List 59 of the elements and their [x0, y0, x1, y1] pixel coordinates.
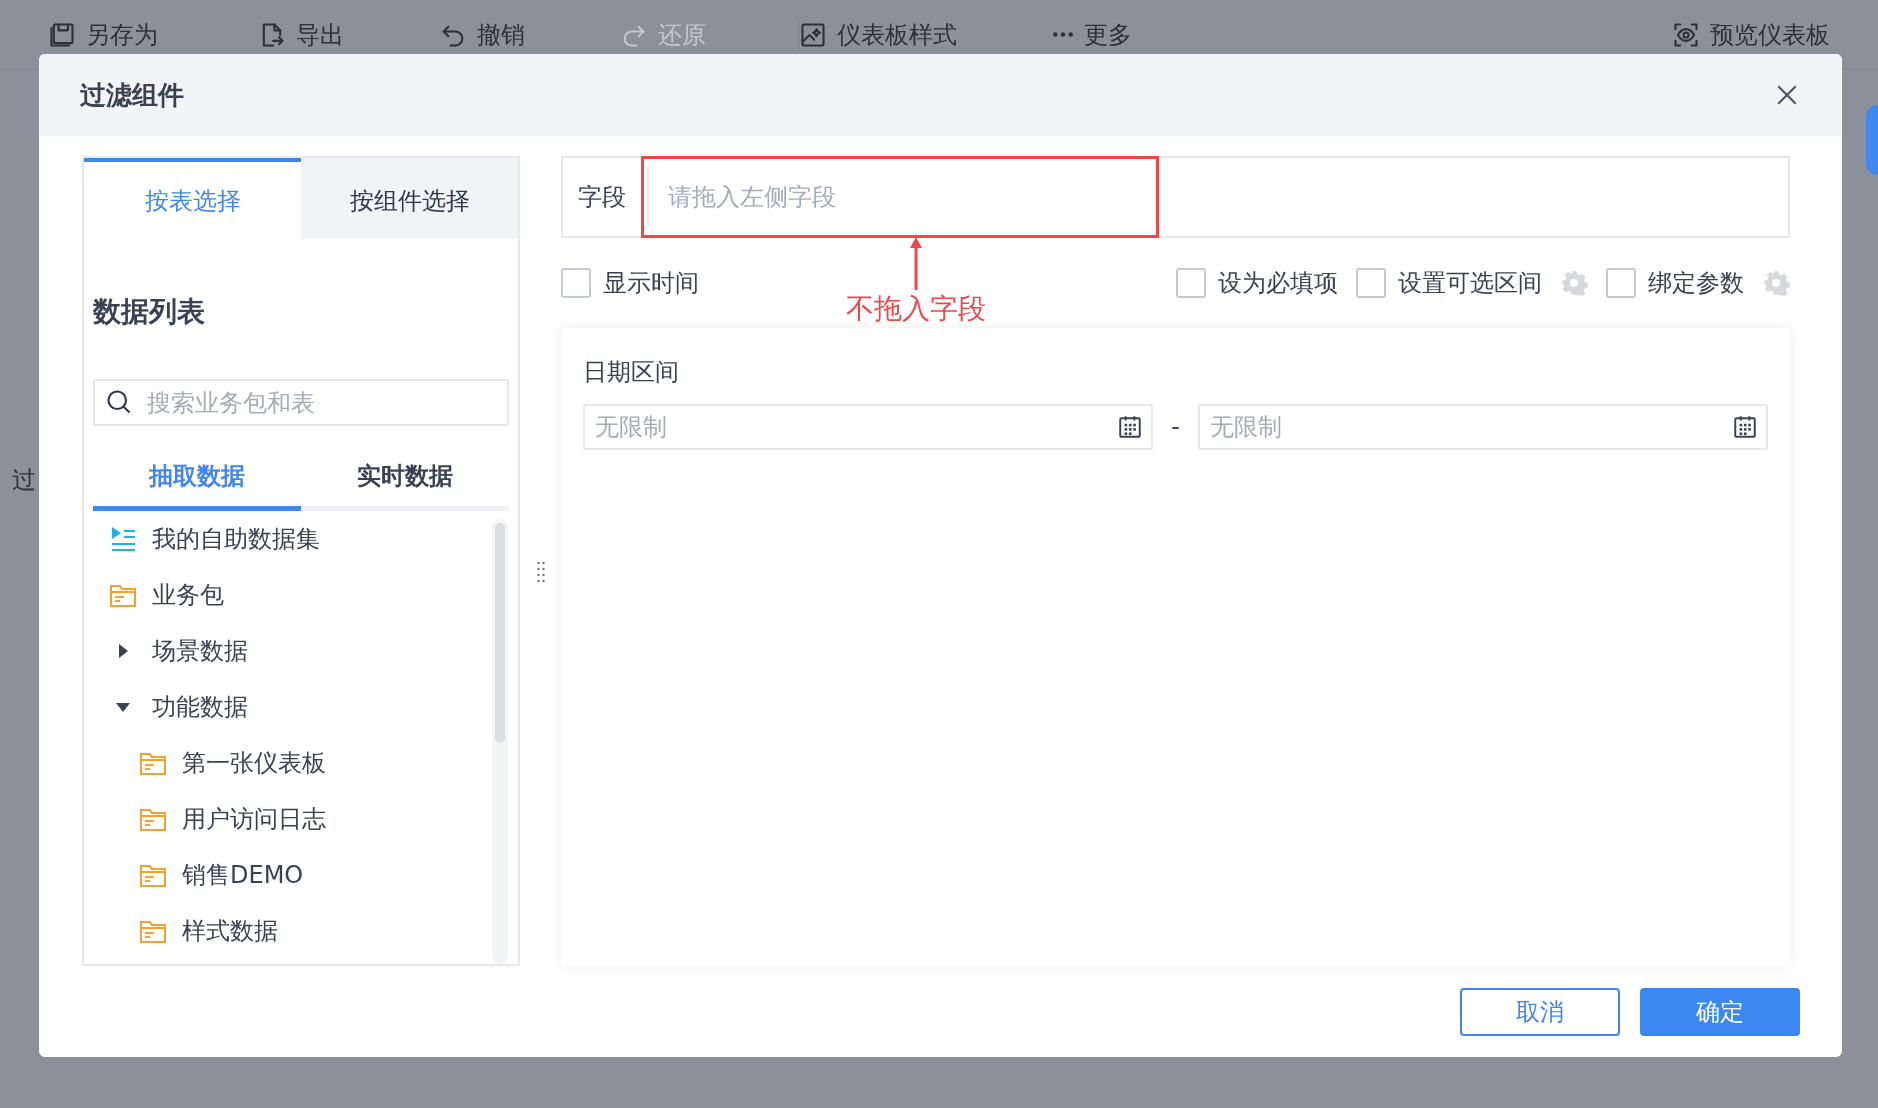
eye-icon: [1672, 20, 1700, 49]
side-handle[interactable]: [1866, 105, 1878, 175]
tab[interactable]: 实时数据: [301, 458, 509, 511]
toolbar-button[interactable]: 仪表板样式: [799, 16, 957, 53]
toolbar-button[interactable]: 预览仪表板: [1672, 16, 1830, 53]
checkbox[interactable]: [1356, 268, 1386, 298]
tree-item[interactable]: 业务包: [84, 567, 518, 623]
drop-field[interactable]: 请拖入左侧字段: [641, 156, 1159, 238]
checkbox-label: 设置可选区间: [1398, 268, 1542, 299]
search-field[interactable]: 搜索业务包和表: [93, 379, 509, 426]
calendar-icon[interactable]: [1732, 414, 1758, 440]
tree-item-label: 场景数据: [152, 636, 248, 667]
drag-handle[interactable]: [536, 561, 545, 583]
toolbar-button[interactable]: 另存为: [48, 16, 158, 53]
tree-item[interactable]: 第一张仪表板: [84, 735, 518, 791]
tree-item[interactable]: 场景数据: [84, 623, 518, 679]
list-title: 数据列表: [91, 294, 206, 330]
arrow: [909, 236, 923, 292]
settings-icon[interactable]: [1560, 269, 1588, 297]
image-sparkle-icon: [799, 20, 827, 49]
tree-item[interactable]: 用户访问日志: [84, 791, 518, 847]
tree-item[interactable]: 我的自助数据集: [84, 511, 518, 567]
save-icon: [48, 20, 76, 49]
tree-item-label: 功能数据: [152, 692, 248, 723]
range-separator: -: [1170, 412, 1181, 443]
confirm-button[interactable]: 确定: [1640, 988, 1800, 1036]
tree-item[interactable]: 销售DEMO: [84, 847, 518, 903]
cancel-button[interactable]: 取消: [1460, 988, 1620, 1036]
scrollbar[interactable]: [492, 519, 508, 964]
background-label: 过: [12, 465, 36, 496]
toolbar-button[interactable]: 更多: [1052, 16, 1132, 53]
checkbox[interactable]: [1176, 268, 1206, 298]
tree-item-label: 我的自助数据集: [152, 524, 320, 555]
tree-item[interactable]: 功能数据: [84, 679, 518, 735]
tree-item-label: 样式数据: [182, 916, 278, 947]
dialog-title: 过滤组件: [80, 78, 184, 112]
toolbar-button[interactable]: 撤销: [439, 16, 525, 53]
toolbar-button[interactable]: 导出: [258, 16, 344, 53]
checkbox-label: 显示时间: [603, 268, 699, 299]
field-label: 字段: [577, 182, 627, 213]
tab[interactable]: 抽取数据: [93, 458, 301, 511]
more-icon: [1052, 31, 1074, 38]
checkbox[interactable]: [1606, 268, 1636, 298]
checkbox[interactable]: [561, 268, 591, 298]
annotation: 不拖入字段: [846, 294, 986, 325]
tree-item[interactable]: 样式数据: [84, 903, 518, 959]
start-date-field[interactable]: 无限制: [583, 404, 1154, 450]
calendar-icon[interactable]: [1117, 414, 1144, 440]
end-date-field[interactable]: 无限制: [1197, 404, 1768, 450]
tree-item-label: 销售DEMO: [182, 860, 304, 891]
tree-item-label: 用户访问日志: [182, 804, 326, 835]
checkbox-label: 绑定参数: [1648, 268, 1744, 299]
date-range-label: 日期区间: [583, 357, 680, 388]
tree-item-label: 业务包: [152, 580, 224, 611]
tree-item-label: 第一张仪表板: [182, 748, 326, 779]
settings-icon[interactable]: [1762, 269, 1790, 297]
scrollbar-thumb[interactable]: [495, 523, 505, 743]
checkbox-label: 设为必填项: [1218, 268, 1338, 299]
tab[interactable]: 按组件选择: [301, 158, 518, 239]
